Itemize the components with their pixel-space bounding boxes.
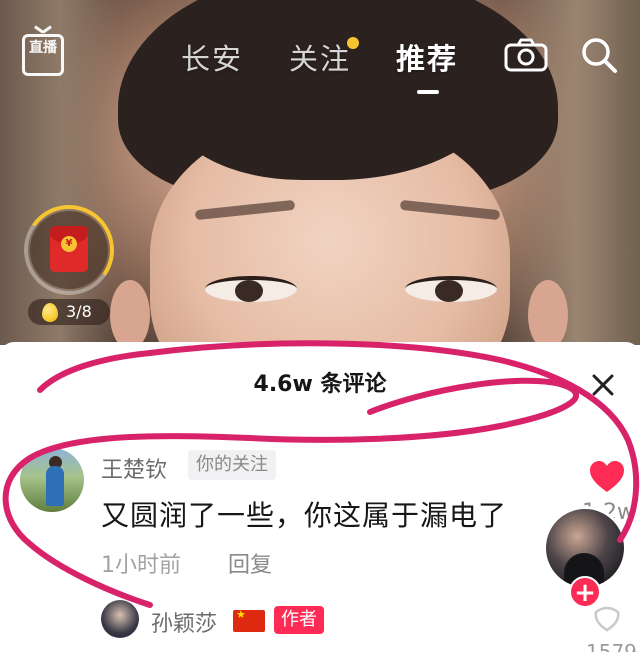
commenter-avatar[interactable] xyxy=(20,448,84,512)
egg-counter-text: 3/8 xyxy=(66,302,92,321)
avatar-figure-body xyxy=(46,466,64,506)
new-content-dot xyxy=(347,37,359,49)
red-packet-icon: ¥ xyxy=(50,226,88,272)
comment-count-title: 4.6w 条评论 xyxy=(253,372,387,397)
egg-counter[interactable]: 3/8 xyxy=(28,299,110,325)
live-label: 直播 xyxy=(29,40,57,56)
following-badge: 你的关注 xyxy=(188,450,276,480)
screen: 直播 长安 关注 推荐 ¥ 3/8 4.6w 条评论 王楚钦 你的关注 又圆润了… xyxy=(0,0,640,652)
comment-text[interactable]: 又圆润了一些，你这属于漏电了 xyxy=(101,494,507,534)
comment-time: 1小时前 xyxy=(101,553,181,578)
video-subject-eye xyxy=(405,276,497,302)
coin-symbol: ¥ xyxy=(61,236,77,252)
live-icon[interactable]: 直播 xyxy=(22,34,64,76)
video-subject-ear xyxy=(110,280,150,345)
close-icon[interactable] xyxy=(590,372,616,398)
follow-plus-button[interactable]: + xyxy=(569,576,601,608)
video-subject-eye xyxy=(205,276,297,302)
tab-recommend[interactable]: 推荐 xyxy=(396,36,458,78)
heart-icon[interactable] xyxy=(588,460,626,494)
tab-following[interactable]: 关注 xyxy=(289,36,351,78)
commenter-name[interactable]: 王楚钦 xyxy=(101,452,167,484)
golden-egg-icon xyxy=(42,303,58,322)
reply-author-name[interactable]: 孙颖莎 xyxy=(151,606,217,638)
china-flag-icon xyxy=(233,608,265,632)
top-navigation: 直播 长安 关注 推荐 xyxy=(0,0,640,110)
camera-icon[interactable] xyxy=(504,38,548,72)
tab-changan[interactable]: 长安 xyxy=(181,36,243,78)
active-tab-indicator xyxy=(417,90,439,94)
reply-author-avatar[interactable] xyxy=(101,600,139,638)
video-subject-ear xyxy=(528,280,568,345)
dislike-icon[interactable] xyxy=(592,606,622,632)
reply-like-count: 1579 xyxy=(586,640,637,652)
search-icon[interactable] xyxy=(580,36,618,74)
reply-button[interactable]: 回复 xyxy=(228,547,272,579)
author-badge: 作者 xyxy=(274,606,324,634)
